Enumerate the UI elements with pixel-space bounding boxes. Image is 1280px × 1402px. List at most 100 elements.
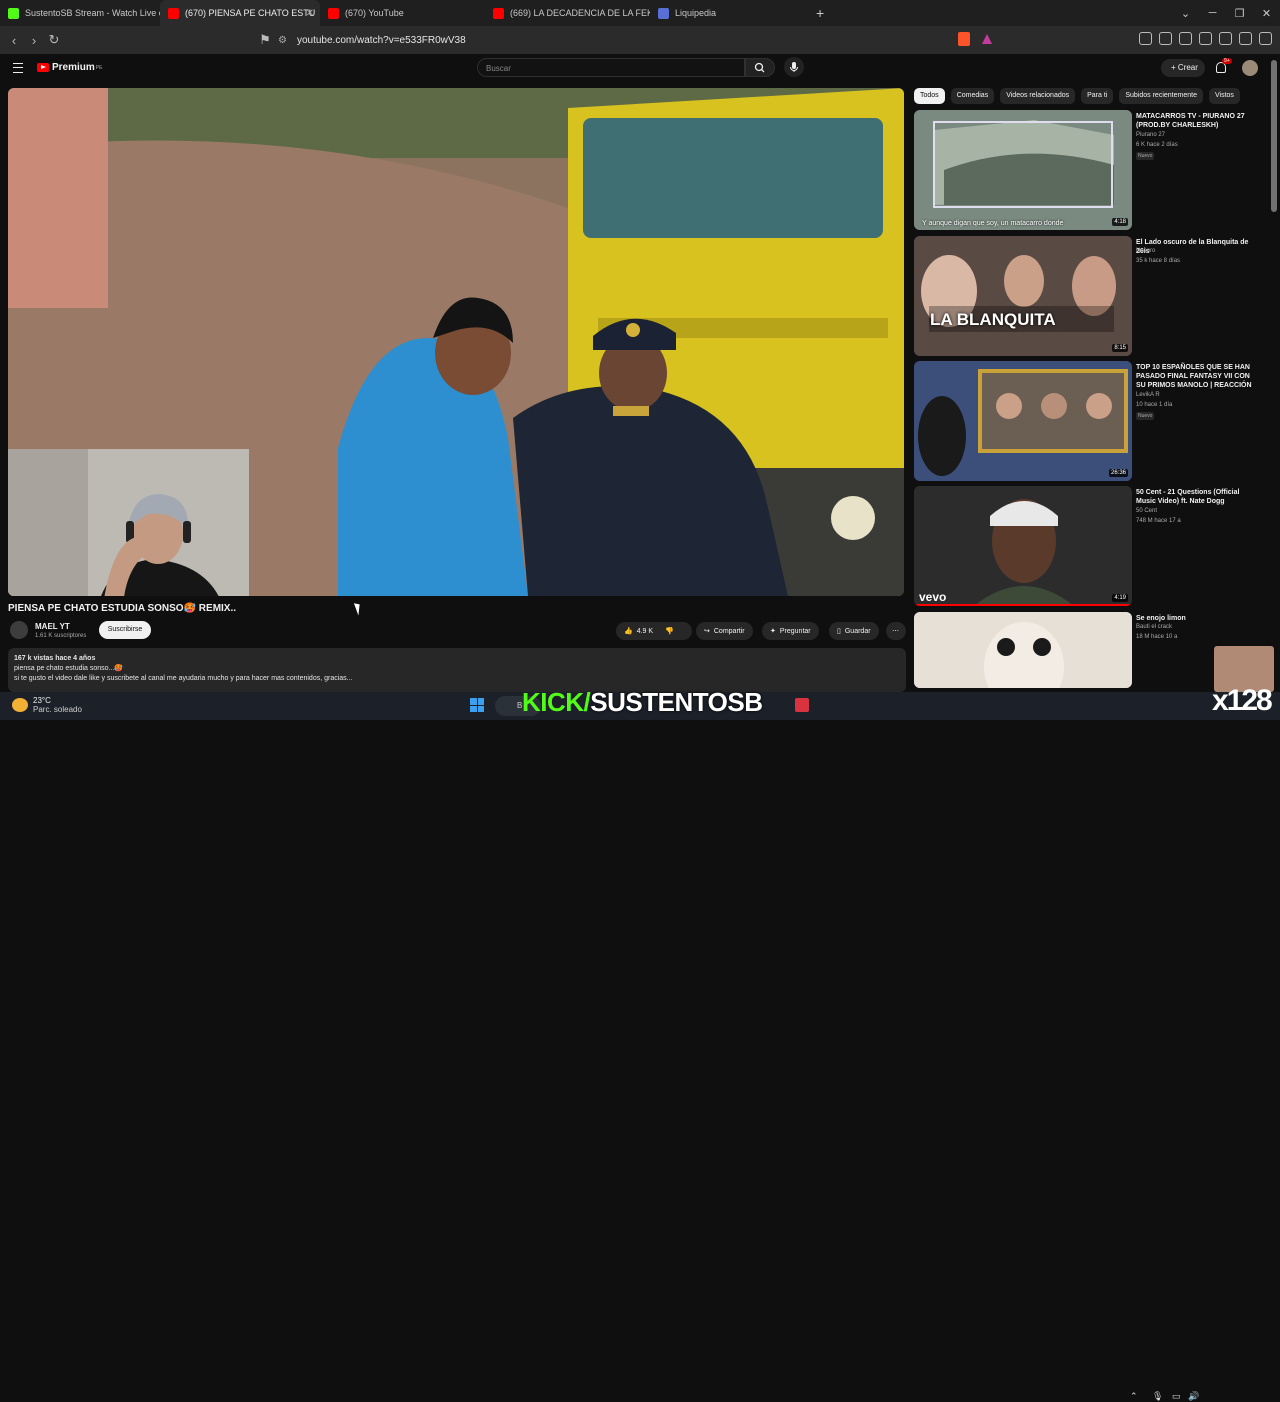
weather-condition[interactable]: Parc. soleado bbox=[33, 705, 82, 714]
url-field[interactable]: ⚙ youtube.com/watch?v=e533FR0wV38 bbox=[278, 30, 998, 50]
channel-avatar[interactable] bbox=[10, 621, 28, 639]
tab-label: (670) PIENSA PE CHATO ESTU bbox=[185, 8, 316, 18]
recommended-video[interactable]: 26:36 TOP 10 ESPAÑOLES QUE SE HAN PASADO… bbox=[914, 361, 1264, 481]
streamer-webcam-overlay bbox=[8, 449, 249, 596]
tab-kick-stream[interactable]: SustentoSB Stream - Watch Live on K bbox=[0, 0, 160, 26]
chip-related[interactable]: Videos relacionados bbox=[1000, 88, 1076, 104]
video-thumbnail[interactable]: LA BLANQUITA 8:15 bbox=[914, 236, 1132, 356]
chip-comedies[interactable]: Comedias bbox=[950, 88, 995, 104]
share-button[interactable]: ↪ Compartir bbox=[696, 622, 753, 640]
voice-search-button[interactable] bbox=[784, 57, 804, 77]
forward-button[interactable]: › bbox=[24, 33, 44, 48]
like-count[interactable]: 4.9 K bbox=[637, 628, 653, 635]
ask-label: Preguntar bbox=[779, 627, 811, 635]
network-icon[interactable]: ▭ bbox=[1172, 1391, 1181, 1402]
menu-icon[interactable] bbox=[1259, 32, 1272, 45]
recommended-video[interactable]: Y aunque digan que soy, un matacarro don… bbox=[914, 110, 1264, 230]
site-info-icon[interactable]: ⚙ bbox=[278, 35, 287, 46]
recommended-video[interactable]: Se enojo limon Bauti el crack 18 M hace … bbox=[914, 612, 1264, 688]
duration-badge: 26:36 bbox=[1108, 469, 1128, 477]
youtube-premium-logo[interactable]: Premium PE bbox=[37, 62, 102, 73]
more-actions-button[interactable]: ⋯ bbox=[886, 622, 906, 640]
ask-button[interactable]: ✦ Preguntar bbox=[762, 622, 819, 640]
vevo-logo: vevo bbox=[919, 590, 947, 604]
wallet-icon[interactable] bbox=[1199, 32, 1212, 45]
like-dislike-group: 👍 4.9 K 👎 bbox=[616, 622, 692, 640]
back-button[interactable]: ‹ bbox=[4, 33, 24, 48]
media-icon[interactable] bbox=[1159, 32, 1172, 45]
chip-recent[interactable]: Subidos recientemente bbox=[1119, 88, 1203, 104]
close-tab-icon[interactable]: ✕ bbox=[306, 8, 314, 19]
video-player[interactable] bbox=[8, 88, 904, 596]
tab-youtube-video[interactable]: (670) PIENSA PE CHATO ESTU ✕ bbox=[160, 0, 320, 26]
logo-country: PE bbox=[95, 64, 103, 71]
description-box[interactable]: 167 k vistas hace 4 años piensa pe chato… bbox=[8, 648, 906, 692]
close-window-button[interactable]: ✕ bbox=[1253, 7, 1280, 20]
vpn-icon[interactable] bbox=[1239, 32, 1252, 45]
chip-all[interactable]: Todos bbox=[914, 88, 945, 104]
description-line: piensa pe chato estudia sonso...🥵 bbox=[14, 665, 124, 672]
guide-menu-icon[interactable] bbox=[13, 63, 23, 73]
recommended-title: 50 Cent - 21 Questions (Official Music V… bbox=[1136, 489, 1240, 505]
duration-badge: 4:18 bbox=[1112, 218, 1128, 226]
thumbnail-caption: LA BLANQUITA bbox=[930, 310, 1056, 329]
tab-list-icon[interactable]: ⌄ bbox=[1172, 7, 1199, 20]
taskbar-app-icon[interactable] bbox=[795, 698, 809, 712]
save-button[interactable]: ▯ Guardar bbox=[829, 622, 879, 640]
microphone-icon bbox=[790, 62, 798, 72]
volume-icon[interactable]: 🔊 bbox=[1188, 1391, 1199, 1402]
search-input[interactable]: Buscar bbox=[477, 58, 745, 77]
start-windows-icon[interactable] bbox=[470, 698, 484, 712]
weather-temperature[interactable]: 23°C bbox=[33, 696, 51, 705]
video-title: PIENSA PE CHATO ESTUDIA SONSO🥵 REMIX.. bbox=[8, 603, 237, 614]
search-placeholder: Buscar bbox=[486, 64, 511, 73]
recommended-title: MATACARROS TV - PIURANO 27 (PROD.BY CHAR… bbox=[1136, 113, 1245, 129]
thumbnail-image bbox=[914, 486, 1132, 606]
recommended-video[interactable]: LA BLANQUITA 8:15 El Lado oscuro de la B… bbox=[914, 236, 1264, 356]
account-avatar[interactable] bbox=[1242, 60, 1258, 76]
search-button[interactable] bbox=[745, 58, 775, 77]
brave-shield-icon[interactable] bbox=[958, 32, 970, 46]
tab-liquipedia[interactable]: Liquipedia bbox=[650, 0, 810, 26]
dislike-icon[interactable]: 👎 bbox=[665, 627, 674, 635]
kick-stream-overlay: KICK/SUSTENTOSB bbox=[522, 687, 763, 718]
youtube-favicon-icon bbox=[168, 7, 179, 19]
create-button[interactable]: + Crear bbox=[1161, 59, 1205, 77]
tray-chevron-icon[interactable]: ⌃ bbox=[1130, 1391, 1138, 1402]
tab-youtube-decadencia[interactable]: (669) LA DECADENCIA DE LA FEKA H bbox=[485, 0, 650, 26]
recommended-video[interactable]: vevo 4:19 50 Cent - 21 Questions (Offici… bbox=[914, 486, 1264, 606]
save-label: Guardar bbox=[844, 627, 871, 635]
video-thumbnail[interactable]: vevo 4:19 bbox=[914, 486, 1132, 606]
chip-for-you[interactable]: Para ti bbox=[1081, 88, 1114, 104]
video-thumbnail[interactable]: 26:36 bbox=[914, 361, 1132, 481]
minimize-button[interactable]: ─ bbox=[1199, 7, 1226, 19]
sidebar-icon[interactable] bbox=[1179, 32, 1192, 45]
subscribe-button[interactable]: Suscribirse bbox=[99, 621, 151, 639]
leo-icon[interactable] bbox=[1219, 32, 1232, 45]
like-icon[interactable]: 👍 bbox=[624, 627, 633, 635]
recommended-meta: 6 K hace 2 días bbox=[1136, 142, 1178, 148]
recommended-meta: 18 M hace 10 a bbox=[1136, 634, 1178, 640]
tab-label: Liquipedia bbox=[675, 8, 717, 18]
recommended-meta: 10 hace 1 día bbox=[1136, 402, 1173, 408]
weather-sun-icon[interactable] bbox=[12, 698, 28, 712]
tab-youtube-home[interactable]: (670) YouTube bbox=[320, 0, 485, 26]
browser-tab-bar: SustentoSB Stream - Watch Live on K (670… bbox=[0, 0, 1280, 26]
extensions-icon[interactable] bbox=[1139, 32, 1152, 45]
channel-name[interactable]: MAEL YT bbox=[35, 622, 70, 631]
brave-rewards-icon[interactable] bbox=[982, 34, 992, 44]
page-scrollbar[interactable] bbox=[1271, 60, 1277, 212]
maximize-button[interactable]: ❐ bbox=[1226, 7, 1253, 20]
recommended-channel: Bauti el crack bbox=[1136, 624, 1173, 630]
create-label: Crear bbox=[1177, 63, 1198, 72]
new-tab-button[interactable]: + bbox=[816, 5, 824, 21]
webcam-feed bbox=[8, 449, 249, 596]
reload-button[interactable]: ↻ bbox=[44, 32, 64, 48]
microphone-tray-icon[interactable]: 🎙 bbox=[1152, 1391, 1163, 1402]
chip-watched[interactable]: Vistos bbox=[1208, 88, 1240, 104]
video-thumbnail[interactable]: Y aunque digan que soy, un matacarro don… bbox=[914, 110, 1132, 230]
video-thumbnail[interactable] bbox=[914, 612, 1132, 688]
thumbnail-image bbox=[914, 361, 1132, 481]
overlay-kick-text: KICK/ bbox=[522, 687, 591, 717]
bookmark-icon[interactable]: ⚑ bbox=[255, 32, 275, 48]
